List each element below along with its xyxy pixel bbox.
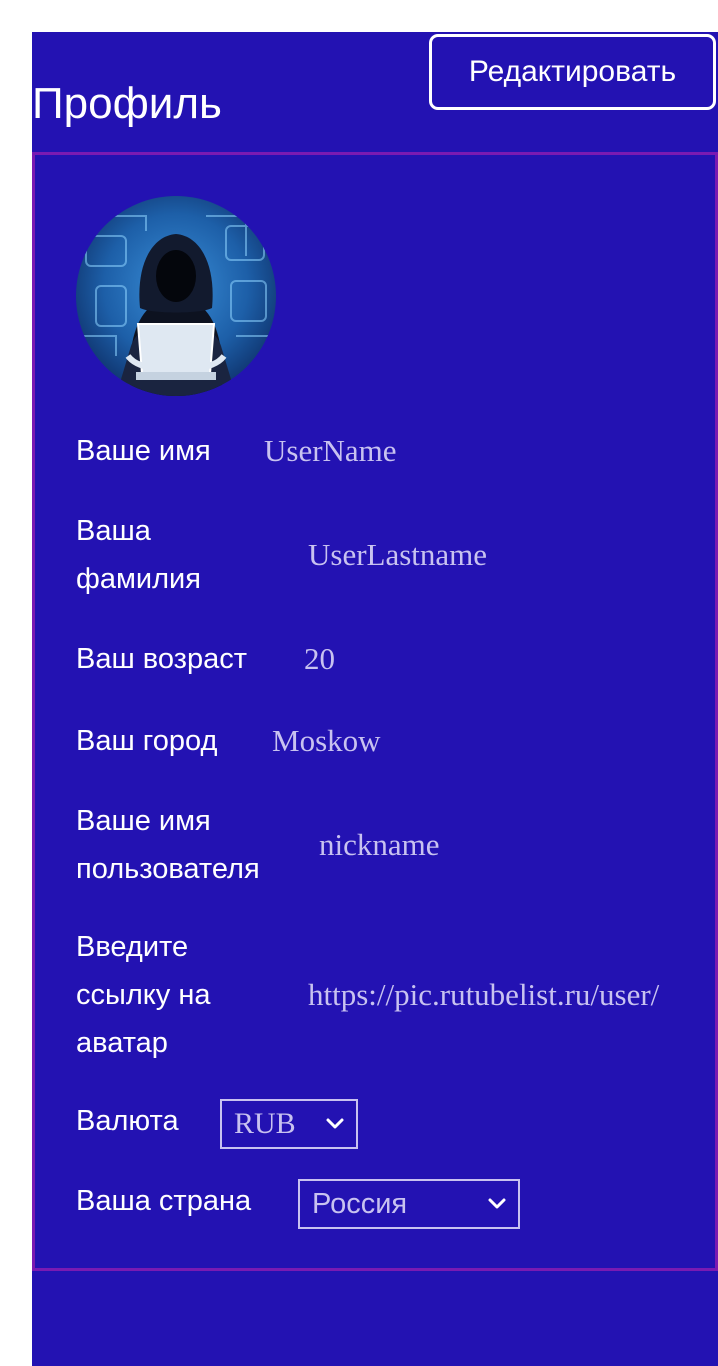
currency-select[interactable]: RUB bbox=[220, 1099, 358, 1149]
age-value[interactable]: 20 bbox=[304, 639, 335, 679]
avatar-link-value[interactable]: https://pic.rutubelist.ru/user/ bbox=[308, 975, 659, 1015]
city-label: Ваш город bbox=[76, 725, 218, 757]
chevron-down-icon bbox=[326, 1118, 344, 1129]
edit-button[interactable]: Редактировать bbox=[429, 34, 716, 110]
first-name-value[interactable]: UserName bbox=[264, 431, 397, 471]
chevron-down-icon bbox=[488, 1198, 506, 1209]
first-name-label: Ваше имя bbox=[76, 435, 211, 467]
username-value[interactable]: nickname bbox=[319, 825, 440, 865]
country-label: Ваша страна bbox=[76, 1185, 252, 1217]
avatar bbox=[76, 196, 276, 396]
avatar-link-label: Введите ссылку на аватар bbox=[76, 931, 211, 1059]
last-name-label: Ваша фамилия bbox=[76, 515, 201, 595]
profile-card: Ваше имя UserName Ваша фамилия UserLastn… bbox=[32, 152, 718, 1271]
city-value[interactable]: Moskow bbox=[272, 721, 381, 761]
hooded-hacker-avatar-icon bbox=[76, 196, 276, 396]
currency-selected: RUB bbox=[234, 1107, 296, 1140]
profile-panel: Профиль Редактировать Ваше имя UserName … bbox=[32, 32, 718, 1366]
currency-label: Валюта bbox=[76, 1105, 179, 1137]
country-select[interactable]: Россия bbox=[298, 1179, 520, 1229]
page-title: Профиль bbox=[32, 79, 222, 128]
country-selected: Россия bbox=[312, 1188, 408, 1220]
age-label: Ваш возраст bbox=[76, 643, 248, 675]
last-name-value[interactable]: UserLastname bbox=[308, 535, 487, 575]
username-label: Ваше имя пользователя bbox=[76, 805, 260, 885]
